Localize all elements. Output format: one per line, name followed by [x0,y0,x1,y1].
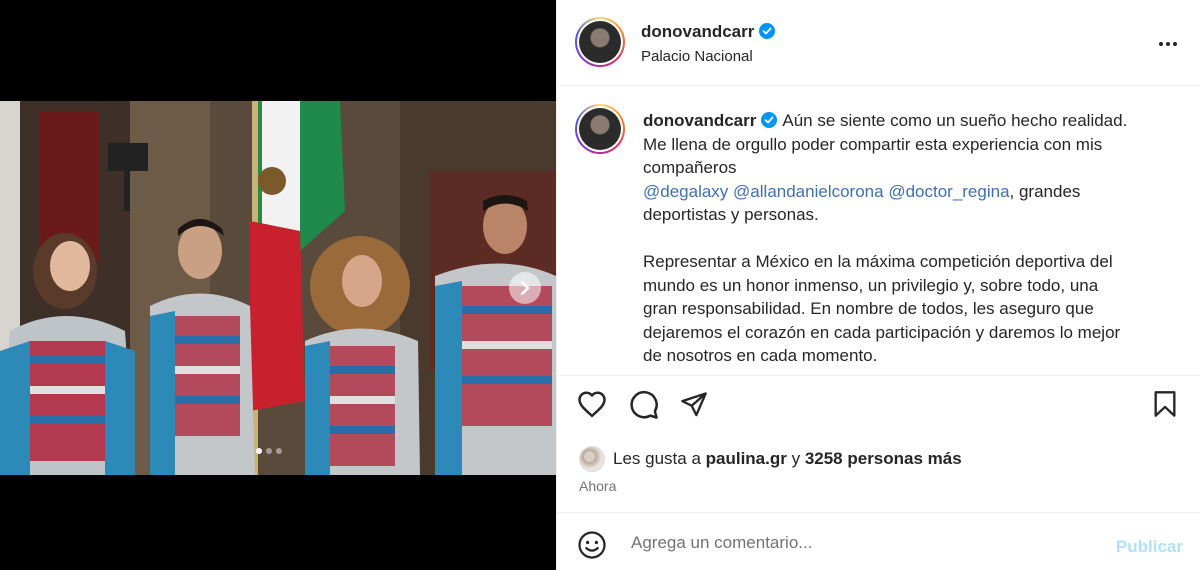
likes-count-link[interactable]: 3258 personas más [805,449,962,469]
liker-avatar[interactable] [579,446,605,472]
avatar-image [579,21,621,63]
post-photo[interactable] [0,101,556,475]
caption-avatar[interactable] [575,104,625,154]
post-timestamp: Ahora [579,478,617,494]
caption-line-5: deportistas y personas. [643,205,819,224]
comment-button[interactable] [629,390,659,425]
carousel-dot-3 [276,448,282,454]
caption-para2-line: mundo es un honor inmenso, un privilegio… [643,275,1099,295]
save-button[interactable] [1152,390,1178,423]
photo-illustration [0,101,556,475]
caption-line-4-tail: , grandes [1009,181,1081,201]
post-media [0,0,556,570]
caption-para2-line: de nosotros en cada momento. [643,346,878,365]
caption-text: donovandcarr Aún se siente como un sueño … [643,109,1173,368]
verified-badge-icon [761,112,778,128]
comment-bar: Publicar [557,512,1200,570]
caption-line-2: Me llena de orgullo poder compartir esta… [643,134,1103,154]
heart-icon [578,391,606,418]
carousel-next-button[interactable] [509,272,541,304]
liker-username[interactable]: paulina.gr [706,449,787,469]
comment-icon [630,390,658,419]
caption-para2-line: dejaremos el corazón en cada participaci… [643,322,1121,342]
carousel-dot-1 [256,448,262,454]
publish-comment-button[interactable]: Publicar [1116,537,1183,557]
likes-summary: Les gusta a paulina.gr y 3258 personas m… [579,446,962,472]
caption-line-3: compañeros [643,158,737,177]
caption-para2-line: Representar a México en la máxima compet… [643,252,1113,271]
action-bar [577,390,1184,430]
carousel-indicator [256,448,282,454]
chevron-right-icon [520,281,530,295]
share-button[interactable] [679,390,709,423]
likes-connector: y [786,449,805,468]
header-username[interactable]: donovandcarr [641,22,754,41]
verified-badge-icon [759,23,776,39]
caption-line-1: Aún se siente como un sueño hecho realid… [782,111,1128,130]
bookmark-icon [1154,391,1176,417]
smiley-icon [578,531,606,559]
header-location[interactable]: Palacio Nacional [641,48,753,65]
like-button[interactable] [577,390,607,423]
mention-link[interactable]: @allandanielcorona [733,182,884,201]
more-horizontal-icon [1159,42,1177,46]
post-header: donovandcarr Palacio Nacional [557,0,1200,86]
send-icon [681,392,707,417]
caption-area: donovandcarr Aún se siente como un sueño … [557,86,1200,376]
caption-para2-line: gran responsabilidad. En nombre de todos… [643,299,1094,318]
carousel-dot-2 [266,448,272,454]
avatar[interactable] [575,17,625,67]
mention-link[interactable]: @degalaxy [643,182,728,201]
post-panel: donovandcarr Palacio Nacional donovandca… [556,0,1200,570]
comment-input[interactable] [629,529,1053,557]
caption-avatar-image [579,108,621,150]
mention-link[interactable]: @doctor_regina [888,182,1009,201]
caption-username[interactable]: donovandcarr [643,111,756,130]
more-options-button[interactable] [1158,30,1178,50]
emoji-button[interactable] [577,530,607,565]
likes-prefix: Les gusta a [613,449,706,468]
